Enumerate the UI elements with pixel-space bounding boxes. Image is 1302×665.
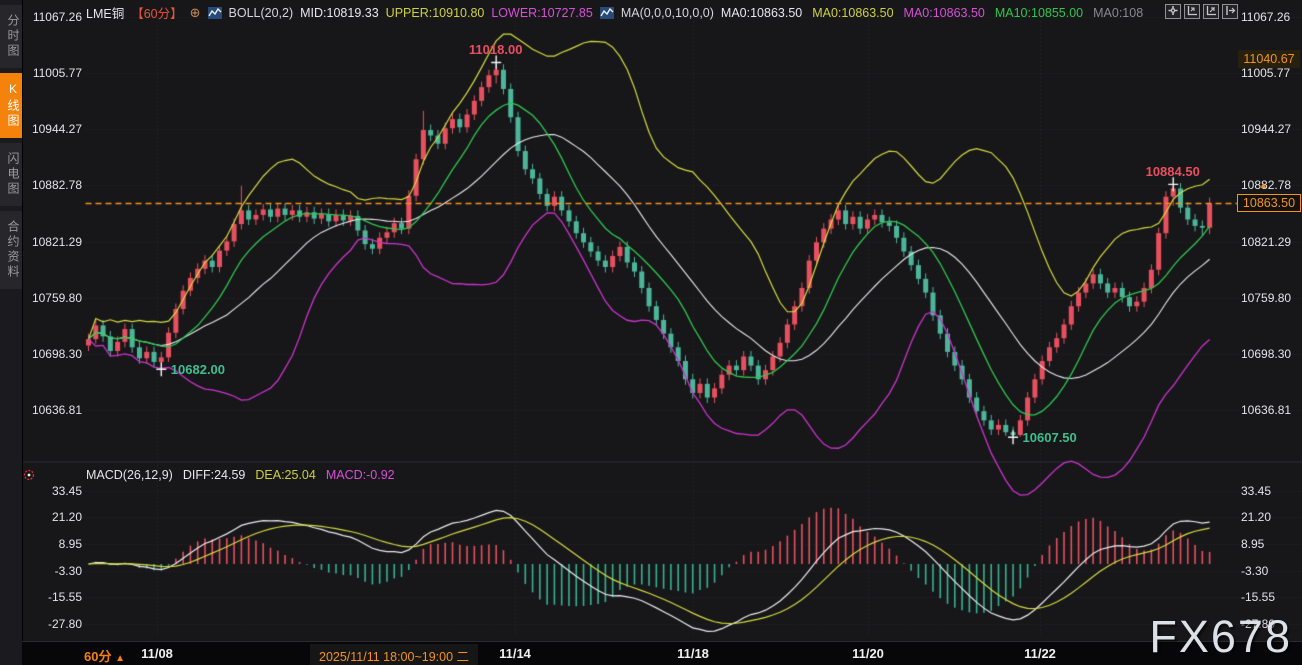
axis-tick-label: 21.20 bbox=[24, 510, 82, 524]
macd-macd-value: MACD:-0.92 bbox=[326, 468, 395, 482]
symbol-name: LME铜 bbox=[86, 3, 124, 22]
axis-tick-label: -15.55 bbox=[24, 590, 82, 604]
price-annotation: 11018.00 bbox=[469, 42, 523, 57]
price-annotation: 10884.50 bbox=[1146, 164, 1200, 179]
axis-tick-label: 10821.29 bbox=[1241, 235, 1301, 249]
axis-tick-label: 11005.77 bbox=[1241, 66, 1301, 80]
price-annotation: 10682.00 bbox=[171, 362, 225, 377]
macd-dea-value: DEA:25.04 bbox=[255, 468, 315, 482]
ma-values: MA0:10863.50 MA0:10863.50 MA0:10863.50 MA10… bbox=[721, 6, 1143, 20]
toolbar-button-pan-right[interactable] bbox=[1222, 4, 1238, 19]
last-price-tag: 10863.50 bbox=[1237, 194, 1301, 212]
macd-label: MACD(26,12,9) bbox=[86, 468, 173, 482]
time-axis-bar: 60分 ▲ 11/08 11/14 11/18 11/20 11/22 2025/11/… bbox=[22, 641, 1302, 665]
price-annotation: 10607.50 bbox=[1023, 430, 1077, 445]
macd-diff-value: DIFF:24.59 bbox=[183, 468, 246, 482]
sidebar-tab-3[interactable]: 闪电图 bbox=[0, 143, 22, 206]
boll-upper-value: UPPER:10910.80 bbox=[386, 6, 485, 20]
sidebar-tab-4[interactable]: 合约资料 bbox=[0, 211, 22, 289]
ma-value-3: MA0:10863.50 bbox=[904, 6, 985, 20]
boll-mid-value: MID:10819.33 bbox=[300, 6, 379, 20]
session-high-tag: 11040.67 bbox=[1238, 50, 1300, 68]
hovered-candle-time: 2025/11/11 18:00~19:00 二 bbox=[310, 644, 478, 665]
axis-tick-label: 8.95 bbox=[1241, 537, 1301, 551]
ma-value-2: MA0:10863.50 bbox=[812, 6, 893, 20]
date-label: 11/22 bbox=[1024, 646, 1056, 661]
axis-tick-label: 10636.81 bbox=[24, 403, 82, 417]
date-label: 11/18 bbox=[677, 646, 709, 661]
ma-indicator-icon[interactable] bbox=[600, 7, 614, 19]
toolbar-button-crosshair-tool[interactable] bbox=[1165, 4, 1181, 19]
macd-settings-icon[interactable] bbox=[23, 468, 35, 486]
price-up-arrow-icon: ▲ bbox=[1259, 180, 1268, 190]
y-axis-scale-icon bbox=[1186, 4, 1198, 19]
trading-app-window: 分时图 K线图闪电图合约资料 LME铜 【60分】 ⊕ BOLL(20,2) MI… bbox=[0, 0, 1302, 665]
axis-tick-label: 10698.30 bbox=[1241, 347, 1301, 361]
axis-tick-label: 10759.80 bbox=[1241, 291, 1301, 305]
period-label: 60分 bbox=[84, 649, 111, 664]
ma-value-5: MA0:108 bbox=[1093, 6, 1143, 20]
date-label: 11/14 bbox=[499, 646, 531, 661]
sidebar-tab-2[interactable]: K线图 bbox=[0, 73, 22, 138]
axis-tick-label: 10759.80 bbox=[24, 291, 82, 305]
pan-right-icon bbox=[1224, 4, 1236, 19]
x-axis-scale-icon bbox=[1205, 4, 1217, 19]
toolbar-button-x-axis-scale[interactable] bbox=[1203, 4, 1219, 19]
axis-tick-label: 10944.27 bbox=[1241, 122, 1301, 136]
period-arrow-icon: ▲ bbox=[115, 653, 125, 664]
boll-indicator-icon[interactable] bbox=[208, 7, 222, 19]
axis-tick-label: 8.95 bbox=[24, 537, 82, 551]
period-tag[interactable]: 【60分】 bbox=[131, 3, 182, 22]
axis-tick-label: -15.55 bbox=[1241, 590, 1301, 604]
axis-tick-label: 10698.30 bbox=[24, 347, 82, 361]
axis-tick-label: -27.80 bbox=[24, 617, 82, 631]
boll-lower-value: LOWER:10727.85 bbox=[491, 6, 592, 20]
sidebar-tab-1[interactable]: 分时图 bbox=[0, 5, 22, 68]
axis-tick-label: 11067.26 bbox=[24, 10, 82, 24]
axis-tick-label: 11067.26 bbox=[1241, 10, 1301, 24]
axis-tick-label: -3.30 bbox=[1241, 564, 1301, 578]
axis-tick-label: -3.30 bbox=[24, 564, 82, 578]
axis-tick-label: 10882.78 bbox=[24, 178, 82, 192]
ma-label: MA(0,0,0,10,0,0) bbox=[621, 6, 714, 20]
axis-tick-label: 33.45 bbox=[1241, 484, 1301, 498]
ma-value-4: MA10:10855.00 bbox=[995, 6, 1083, 20]
date-label: 11/08 bbox=[141, 646, 173, 661]
axis-tick-label: 10821.29 bbox=[24, 235, 82, 249]
axis-tick-label: 10882.78 bbox=[1241, 178, 1301, 192]
axis-tick-label: 10636.81 bbox=[1241, 403, 1301, 417]
toolbar-button-y-axis-scale[interactable] bbox=[1184, 4, 1200, 19]
boll-label: BOLL(20,2) bbox=[229, 6, 294, 20]
crosshair-tool-icon bbox=[1167, 4, 1179, 19]
period-selector[interactable]: 60分 ▲ bbox=[84, 646, 125, 665]
chart-toolbar bbox=[1165, 4, 1238, 19]
axis-tick-label: 10944.27 bbox=[24, 122, 82, 136]
axis-tick-label: 21.20 bbox=[1241, 510, 1301, 524]
ma-value-1: MA0:10863.50 bbox=[721, 6, 802, 20]
macd-header: MACD(26,12,9) DIFF:24.59 DEA:25.04 MACD:… bbox=[86, 468, 395, 482]
date-label: 11/20 bbox=[852, 646, 884, 661]
axis-tick-label: 11005.77 bbox=[24, 66, 82, 80]
settings-icon[interactable]: ⊕ bbox=[190, 5, 201, 21]
indicator-header: LME铜 【60分】 ⊕ BOLL(20,2) MID:10819.33 UPP… bbox=[86, 3, 1143, 22]
watermark: FX678 bbox=[1149, 611, 1292, 663]
chart-canvas[interactable] bbox=[0, 0, 1302, 665]
sidebar: 分时图 K线图闪电图合约资料 bbox=[0, 0, 23, 665]
